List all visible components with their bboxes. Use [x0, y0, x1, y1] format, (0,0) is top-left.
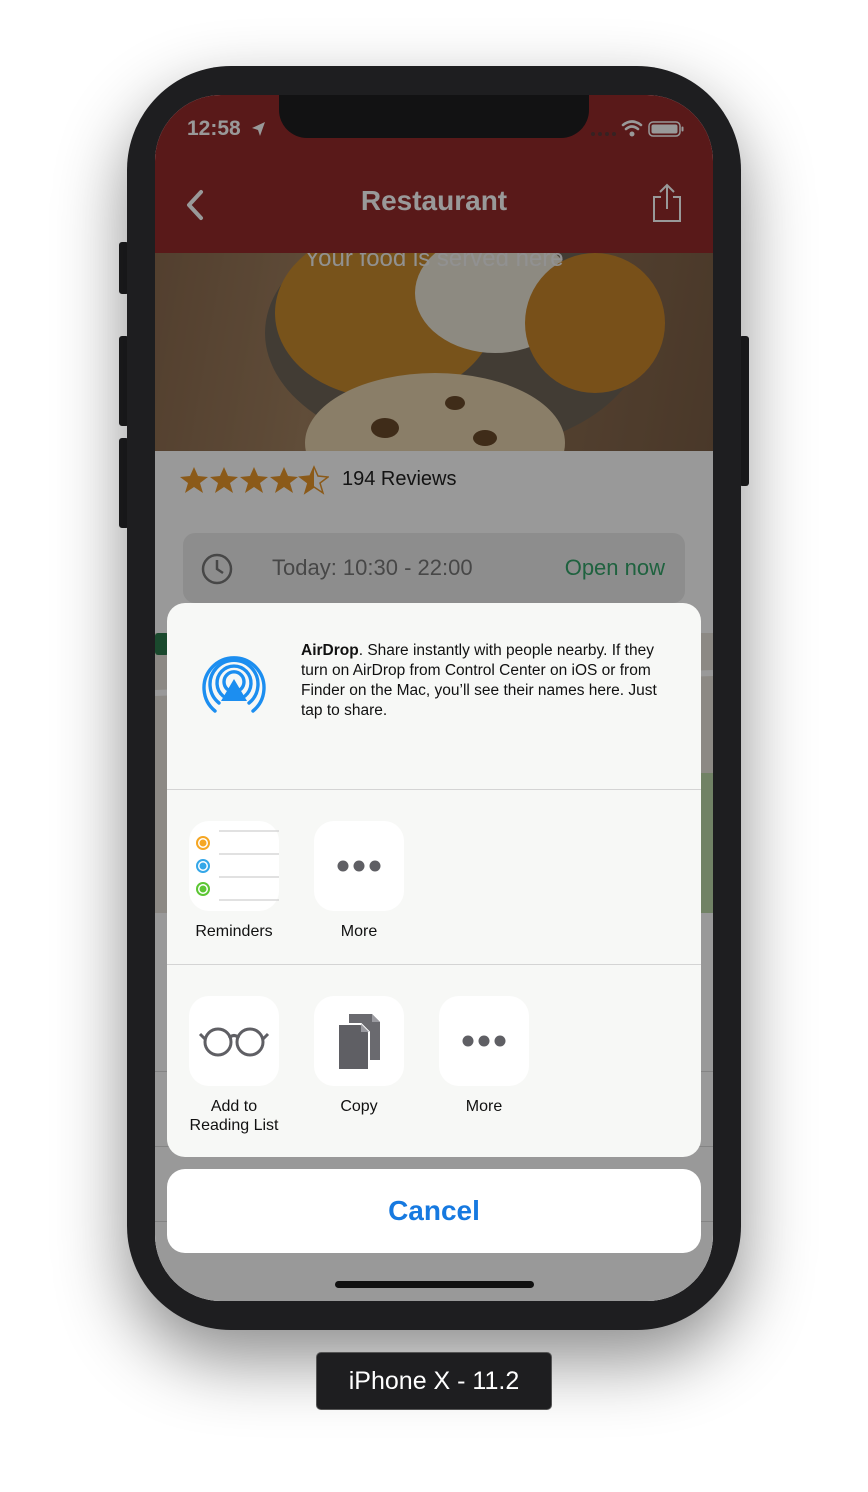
share-actions-row: Add to Reading List Copy More	[167, 965, 701, 1157]
share-apps-row: Reminders More	[167, 790, 701, 965]
share-app-more[interactable]: More	[294, 821, 424, 941]
share-app-label: Reminders	[195, 923, 273, 940]
action-label: Add to Reading List	[169, 1097, 299, 1135]
action-copy[interactable]: Copy	[294, 996, 424, 1116]
more-icon	[314, 821, 404, 911]
device-label: iPhone X - 11.2	[316, 1352, 552, 1410]
share-app-reminders[interactable]: Reminders	[169, 821, 299, 941]
glasses-icon	[189, 996, 279, 1086]
airdrop-title: AirDrop	[301, 642, 359, 659]
action-more[interactable]: More	[419, 996, 549, 1116]
action-label-line2: Reading List	[189, 1117, 279, 1134]
airdrop-icon	[202, 656, 266, 713]
cancel-button[interactable]: Cancel	[167, 1169, 701, 1253]
more-icon	[439, 996, 529, 1086]
copy-icon	[314, 996, 404, 1086]
share-app-label: More	[340, 923, 378, 940]
home-indicator[interactable]	[335, 1281, 534, 1288]
action-label: Copy	[340, 1098, 378, 1115]
action-add-to-reading-list[interactable]: Add to Reading List	[169, 996, 299, 1135]
share-sheet: AirDrop. Share instantly with people nea…	[167, 603, 701, 1157]
airdrop-description: AirDrop. Share instantly with people nea…	[301, 641, 681, 721]
action-label: More	[465, 1098, 503, 1115]
reminders-icon	[189, 821, 279, 911]
airdrop-section[interactable]: AirDrop. Share instantly with people nea…	[167, 603, 701, 790]
phone-screen: Your food is served here 194 Reviews Tod…	[155, 95, 713, 1301]
action-label-line1: Add to	[210, 1098, 258, 1115]
